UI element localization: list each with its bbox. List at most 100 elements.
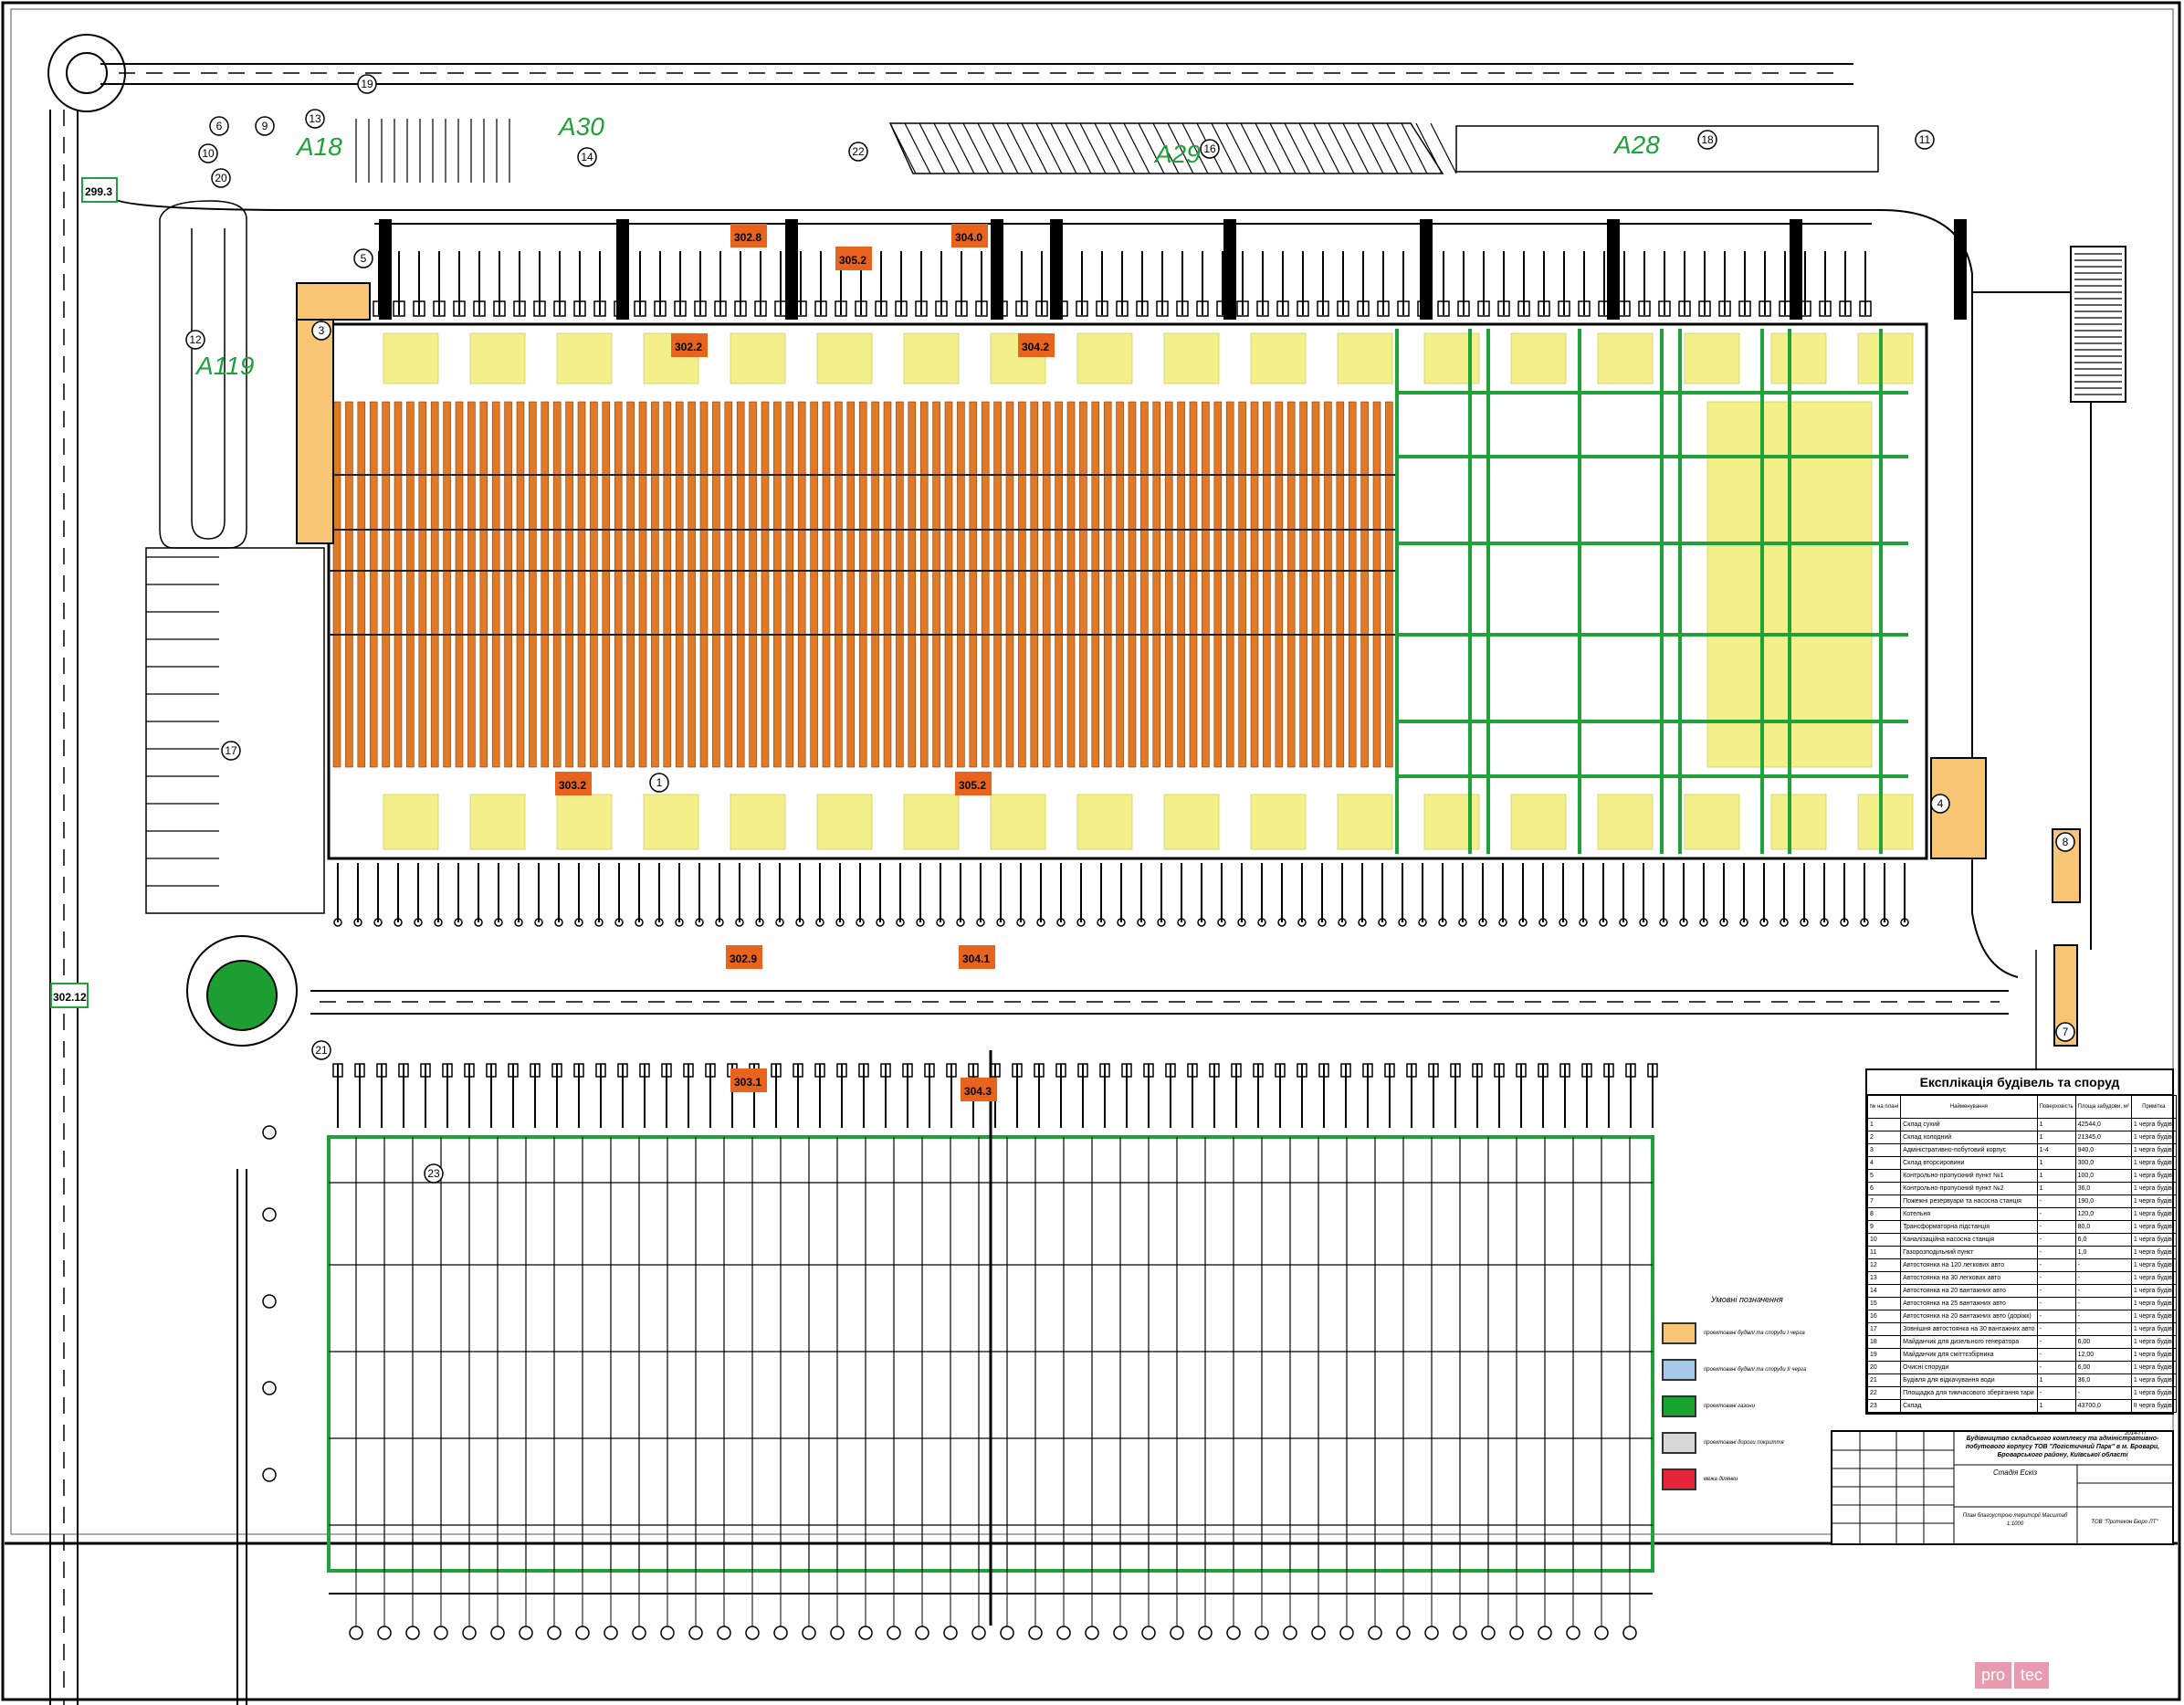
explication-cell: 21 [1866,1373,1902,1387]
zone-label: A18 [295,132,342,161]
explication-cell: 1 черга будів. [2130,1195,2177,1208]
explication-cell: - [2074,1271,2132,1285]
explication-cell: - [2036,1220,2076,1234]
explication-cell: - [2036,1246,2076,1259]
building-number: 20 [215,172,227,184]
explication-cell: 1 [2036,1131,2076,1144]
explication-cell: 1 черга будів. [2130,1207,2177,1221]
explication-row: 19 Майданчик для сміттєзбірника -12,00 1 че… [1866,1348,2177,1362]
explication-cell: 18 [1866,1335,1902,1349]
explication-cell: Котельня [1900,1207,2038,1221]
explication-row: 14 Автостоянка на 20 вантажних авто - -1 че… [1866,1284,2177,1298]
side-marks: 299.3 302.12 [50,177,118,1008]
building-number: 23 [427,1167,440,1180]
explication-cell: - [2074,1284,2132,1298]
explication-cell: 23 [1866,1399,1902,1413]
explication-cell: Склад холодний [1900,1131,2038,1144]
convention-label: проектовані дороги покриття [1704,1440,1784,1446]
explication-cell: 13 [1866,1271,1902,1285]
explication-cell: 12 [1866,1258,1902,1272]
explication-row: 8 Котельня -120,0 1 черга будів. [1866,1207,2177,1221]
explication-cell: 5 [1866,1169,1902,1183]
elevation-value: 304.0 [955,231,982,244]
explication-cell: 1 черга будів. [2130,1220,2177,1234]
explication-cell: 10 [1866,1233,1902,1247]
explication-row: 6 Контрольно-пропускний пункт №2 1 36,0 1 че… [1866,1182,2177,1195]
explication-row: 3 Адміністративно-побутовий корпус 1-4 940,… [1866,1143,2177,1157]
building-number: 1 [656,776,663,789]
explication-cell: Майданчик для сміттєзбірника [1900,1348,2038,1362]
explication-cell: - [2036,1271,2076,1285]
explication-cell: 1 черга будів. [2130,1322,2177,1336]
explication-cell: 80,0 [2074,1220,2132,1234]
explication-cell: Каналізаційна насосна станція [1900,1233,2038,1247]
explication-cell: - [2074,1310,2132,1323]
convention-label: проектовані газони [1704,1404,1755,1409]
explication-row: 1 Склад сухий 1 42544,0 1 черга будів. [1866,1118,2177,1131]
truck-parking-blue [1455,125,1879,173]
side-mark: 299.3 [85,185,112,198]
explication-cell: 940,0 [2074,1143,2132,1157]
building-number: 18 [1701,133,1714,146]
explication-cell: 1 [1866,1118,1902,1131]
explication-row: 12 Автостоянка на 120 легкових авто - -1 че… [1866,1258,2177,1272]
building-number: 7 [2063,1026,2069,1038]
explication-cell: 1 черга будів. [2130,1297,2177,1310]
explication-cell: 36,0 [2074,1182,2132,1195]
building-number: 6 [216,120,223,132]
explication-cell: 1 черга будів. [2130,1246,2177,1259]
explication-cell: II черга будів. [2130,1399,2177,1413]
explication-cell: Адміністративно-побутовий корпус [1900,1143,2038,1157]
explication-cell: 1 черга будів. [2130,1284,2177,1298]
elevation-value: 302.9 [730,952,757,965]
building-number: 4 [1937,797,1944,810]
explication-cell: 1,0 [2074,1246,2132,1259]
elevation-value: 304.1 [962,952,990,965]
building-number: 11 [1919,133,1931,146]
explication-cell: 1-4 [2036,1143,2076,1157]
explication-row: 9 Трансформаторна підстанція -80,0 1 черга … [1866,1220,2177,1234]
explication-cell: 16 [1866,1310,1902,1323]
explication-cell: 1 черга будів. [2130,1335,2177,1349]
explication-cell: - [2036,1258,2076,1272]
convention-item: межа ділянки [1662,1461,1853,1498]
stamp-grid [1832,1432,2172,1543]
explication-cell: 1 черга будів. [2130,1182,2177,1195]
explication-cell: 1 [2036,1399,2076,1413]
explication-cell: - [2036,1335,2076,1349]
conventions-title: Умовні позначення [1711,1295,1783,1304]
explication-cell: - [2074,1258,2132,1272]
explication-cell: 1 черга будів. [2130,1143,2177,1157]
explication-cell: Автостоянка на 30 легкових авто [1900,1271,2038,1285]
building-number: 17 [225,744,237,757]
elevation-value: 304.2 [1022,341,1049,353]
building-number: 10 [202,147,215,160]
explication-cell: - [2036,1348,2076,1362]
explication-cell: 43700,0 [2074,1399,2132,1413]
explication-row: 10 Каналізаційна насосна станція -6,0 1 чер… [1866,1233,2177,1247]
explication-row: 2 Склад холодний 1 21345,0 1 черга будів. [1866,1131,2177,1144]
explication-cell: 1 [2036,1373,2076,1387]
elevation-value: 302.8 [734,231,761,244]
explication-cell: 14 [1866,1284,1902,1298]
elevation-value: 302.2 [675,341,702,353]
logo-part: tec [2014,1662,2050,1689]
explication-cell: - [2036,1297,2076,1310]
convention-swatch [1662,1395,1696,1417]
explication-cell: Автостоянка на 20 вантажних авто [1900,1284,2038,1298]
convention-swatch [1662,1468,1696,1490]
explication-cell: Пожежні резервуари та насосна станція [1900,1195,2038,1208]
convention-item: проектовані дороги покриття [1662,1425,1853,1461]
explication-cell: Газорозподільний пункт [1900,1246,2038,1259]
building-number: 12 [189,333,202,346]
convention-item: проектовані газони [1662,1388,1853,1425]
building-number: 13 [309,112,321,125]
explication-cell: 1 [2036,1156,2076,1170]
explication-cell: 11 [1866,1246,1902,1259]
logo-part: pro [1975,1662,2012,1689]
elevation-value: 303.1 [734,1076,761,1089]
explication-cell: 20 [1866,1361,1902,1374]
explication-cell: 100,0 [2074,1169,2132,1183]
explication-cell: 190,0 [2074,1195,2132,1208]
explication-cell: Склад сухий [1900,1118,2038,1131]
